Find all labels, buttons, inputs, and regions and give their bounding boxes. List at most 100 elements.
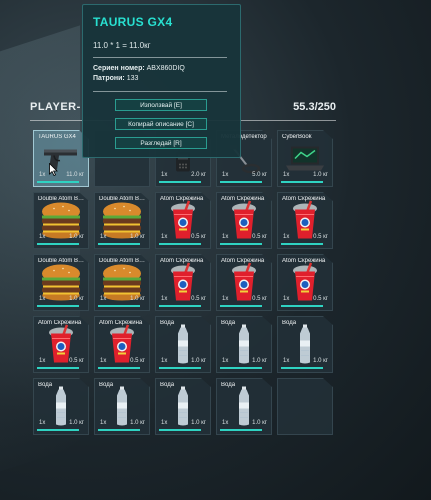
durability-bar — [220, 181, 262, 183]
inventory-slot[interactable]: Вода 1x 1.0 кг — [277, 316, 333, 373]
item-count: 1x — [222, 172, 229, 178]
item-name: Atom Скрежина — [221, 258, 265, 264]
item-name: TAURUS GX4 — [38, 134, 76, 140]
item-weight: 0.5 кг — [130, 358, 145, 364]
item-weight: 2.0 кг — [191, 172, 206, 178]
inventory-grid: TAURUS GX4 1x 11.0 кг 1x 2.0 кг Металодетекто… — [33, 130, 333, 435]
serial-value: ABX860DIQ — [146, 65, 185, 72]
item-count: 1x — [100, 420, 107, 426]
inventory-slot[interactable]: Atom Скрежина 1x 0.5 кг — [155, 254, 211, 311]
item-weight: 1.0 кг — [130, 420, 145, 426]
item-weight: 0.5 кг — [252, 234, 267, 240]
inspect-button[interactable]: Разгледай [R] — [115, 137, 207, 149]
durability-bar — [159, 429, 201, 431]
durability-bar — [37, 429, 79, 431]
inventory-slot[interactable]: Atom Скрежина 1x 0.5 кг — [155, 192, 211, 249]
item-name: CyberBook — [282, 134, 312, 140]
use-button[interactable]: Използвай [E] — [115, 99, 207, 111]
ammo-value: 133 — [126, 75, 139, 82]
item-weight: 1.0 кг — [313, 172, 328, 178]
item-count: 1x — [222, 420, 229, 426]
inventory-slot[interactable]: Вода 1x 1.0 кг — [216, 378, 272, 435]
item-name: Atom Скрежина — [38, 320, 82, 326]
inventory-slot[interactable]: Вода 1x 1.0 кг — [216, 316, 272, 373]
inventory-slot[interactable]: Double Atom Burger 1x 1.0 кг — [33, 254, 89, 311]
item-weight: 0.5 кг — [69, 358, 84, 364]
durability-bar — [98, 367, 140, 369]
durability-bar — [281, 243, 323, 245]
item-count: 1x — [39, 420, 46, 426]
item-name: Вода — [221, 320, 236, 326]
serial-label: Сериен номер: — [93, 65, 145, 72]
inventory-title: PLAYER- — [30, 101, 81, 113]
inventory-slot[interactable]: Atom Скрежина 1x 0.5 кг — [277, 254, 333, 311]
item-count: 1x — [100, 234, 107, 240]
item-name: Double Atom Burger — [38, 196, 86, 202]
inventory-slot[interactable]: Atom Скрежина 1x 0.5 кг — [277, 192, 333, 249]
item-count: 1x — [39, 172, 46, 178]
tooltip-divider — [93, 91, 227, 92]
item-count: 1x — [222, 296, 229, 302]
inventory-slot[interactable]: Вода 1x 1.0 кг — [94, 378, 150, 435]
item-name: Atom Скрежина — [221, 196, 265, 202]
item-weight: 1.0 кг — [69, 234, 84, 240]
durability-bar — [220, 305, 262, 307]
durability-bar — [159, 305, 201, 307]
inventory-slot[interactable]: Atom Скрежина 1x 0.5 кг — [216, 192, 272, 249]
tooltip-weight-formula: 11.0 * 1 = 11.0кг — [93, 41, 151, 50]
item-name: Atom Скрежина — [282, 196, 326, 202]
durability-bar — [159, 181, 201, 183]
item-count: 1x — [222, 358, 229, 364]
item-name: Вода — [99, 382, 114, 388]
item-count: 1x — [161, 296, 168, 302]
item-weight: 1.0 кг — [252, 358, 267, 364]
item-count: 1x — [283, 296, 290, 302]
inventory-slot[interactable]: Double Atom Burger 1x 1.0 кг — [94, 192, 150, 249]
inventory-slot[interactable]: Вода 1x 1.0 кг — [33, 378, 89, 435]
inventory-slot[interactable]: Atom Скрежина 1x 0.5 кг — [33, 316, 89, 373]
item-name: Atom Скрежина — [282, 258, 326, 264]
item-count: 1x — [161, 234, 168, 240]
item-count: 1x — [283, 172, 290, 178]
durability-bar — [159, 243, 201, 245]
inventory-slot[interactable] — [277, 378, 333, 435]
mouse-cursor-icon — [49, 163, 58, 176]
inventory-slot[interactable]: TAURUS GX4 1x 11.0 кг — [33, 130, 89, 187]
inventory-slot[interactable]: CyberBook 1x 1.0 кг — [277, 130, 333, 187]
item-name: Atom Скрежина — [160, 258, 204, 264]
inventory-slot[interactable]: Double Atom Burger 1x 1.0 кг — [33, 192, 89, 249]
item-weight: 1.0 кг — [69, 296, 84, 302]
item-weight: 0.5 кг — [313, 234, 328, 240]
item-count: 1x — [161, 358, 168, 364]
inventory-slot[interactable]: Вода 1x 1.0 кг — [155, 316, 211, 373]
item-weight: 1.0 кг — [69, 420, 84, 426]
water-icon — [175, 324, 191, 369]
durability-bar — [98, 429, 140, 431]
water-icon — [297, 324, 313, 369]
durability-bar — [159, 367, 201, 369]
durability-bar — [220, 367, 262, 369]
durability-bar — [37, 305, 79, 307]
item-weight: 1.0 кг — [313, 358, 328, 364]
inventory-weight: 55.3/250 — [293, 101, 336, 113]
item-count: 1x — [100, 358, 107, 364]
item-count: 1x — [222, 234, 229, 240]
inventory-slot[interactable]: Double Atom Burger 1x 1.0 кг — [94, 254, 150, 311]
durability-bar — [37, 243, 79, 245]
item-name: Double Atom Burger — [99, 258, 147, 264]
inventory-slot[interactable]: Atom Скрежина 1x 0.5 кг — [94, 316, 150, 373]
copy-description-button[interactable]: Копирай описание [C] — [115, 118, 207, 130]
durability-bar — [37, 367, 79, 369]
water-icon — [236, 386, 252, 431]
tooltip-serial: Сериен номер: ABX860DIQ — [93, 65, 185, 72]
item-name: Вода — [282, 320, 297, 326]
inventory-slot[interactable]: Вода 1x 1.0 кг — [155, 378, 211, 435]
inventory-slot[interactable]: Atom Скрежина 1x 0.5 кг — [216, 254, 272, 311]
item-count: 1x — [283, 234, 290, 240]
item-weight: 0.5 кг — [191, 234, 206, 240]
durability-bar — [98, 305, 140, 307]
durability-bar — [98, 243, 140, 245]
item-name: Вода — [160, 382, 175, 388]
item-weight: 0.5 кг — [252, 296, 267, 302]
item-count: 1x — [39, 296, 46, 302]
